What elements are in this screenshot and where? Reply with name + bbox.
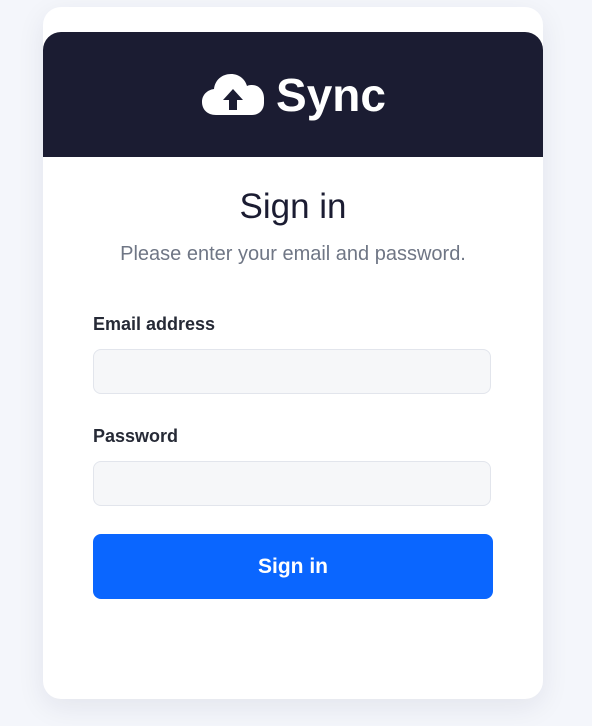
brand-name: Sync — [276, 68, 386, 121]
signin-card: Sync Sign in Please enter your email and… — [43, 7, 543, 699]
page-title: Sign in — [239, 187, 347, 226]
password-field[interactable] — [93, 461, 491, 506]
card-header: Sync — [43, 32, 543, 157]
email-field[interactable] — [93, 349, 491, 394]
password-label: Password — [93, 426, 179, 446]
brand-logo: Sync — [202, 72, 386, 118]
sign-in-button[interactable]: Sign in — [93, 534, 493, 599]
cloud-upload-icon — [202, 73, 265, 115]
page-subtitle: Please enter your email and password. — [120, 243, 466, 265]
email-label: Email address — [93, 314, 216, 334]
